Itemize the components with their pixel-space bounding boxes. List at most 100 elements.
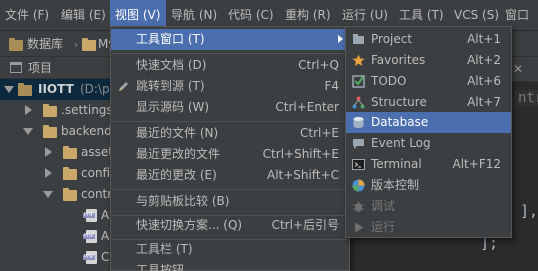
tree-row-backend[interactable]: backend [0, 121, 112, 142]
menu-item-todo[interactable]: TODO Alt+6 [346, 71, 511, 92]
tree-path: (D:\pl [80, 82, 113, 96]
menu-item-favorites[interactable]: Favorites Alt+2 [346, 50, 511, 71]
menu-item-version-control[interactable]: 版本控制 [346, 175, 511, 196]
menu-item-shortcut: Alt+Shift+C [266, 168, 339, 182]
tree-row-controllers[interactable]: contr [0, 184, 113, 205]
php-file-icon: PHP [83, 251, 97, 264]
menu-item-label: Favorites [371, 53, 426, 67]
menu-item-shortcut: Alt+7 [467, 95, 501, 109]
project-folder-icon [18, 83, 32, 96]
view-menu: 工具窗口 (T) 快速文档 (D) Ctrl+Q 跳转到源 (T) F4 显示源… [110, 26, 350, 271]
tree-label: IIOTT [38, 82, 74, 96]
menu-item-shortcut: Ctrl+Q [298, 58, 339, 72]
menu-item-shortcut: Ctrl+后引号 [271, 218, 339, 232]
menu-item-shortcut: Alt+F12 [452, 157, 501, 171]
expand-arrow-icon[interactable] [23, 128, 33, 135]
collapse-arrow-icon[interactable] [25, 105, 32, 115]
menu-item-tool-windows[interactable]: 工具窗口 (T) [111, 29, 349, 50]
menu-item-quick-switch-scheme[interactable]: 快速切换方案... (Q) Ctrl+后引号 [111, 215, 349, 236]
menu-item-label: 最近更改的文件 [136, 147, 221, 161]
menu-item-label: Terminal [371, 157, 422, 171]
menu-item-label: 最近的更改 (E) [136, 168, 217, 182]
menu-item-shortcut: Ctrl+Shift+E [262, 147, 339, 161]
menu-separator [112, 53, 348, 54]
menu-item-label: 快速文档 (D) [136, 58, 207, 72]
menu-item-label: 工具窗口 (T) [136, 32, 205, 46]
breadcrumb-database[interactable]: 数据库 [27, 31, 63, 57]
menu-item-recent-files[interactable]: 最近的文件 (N) Ctrl+E [111, 123, 349, 144]
menu-item-structure[interactable]: Structure Alt+7 [346, 92, 511, 113]
php-file-icon: PHP [83, 230, 97, 243]
tool-windows-submenu: Project Alt+1 Favorites Alt+2 TODO Alt+6… [345, 26, 512, 238]
menu-item-label: 工具栏 (T) [136, 242, 193, 256]
editor-tab-close-icon[interactable]: ✕ [513, 62, 523, 76]
menu-separator [112, 121, 348, 122]
menu-item-shortcut: Alt+6 [467, 74, 501, 88]
menu-item-label: Structure [371, 95, 427, 109]
menu-item-shortcut: F4 [324, 79, 339, 93]
menu-item-label: 版本控制 [371, 178, 420, 192]
menu-item-jump-to-source[interactable]: 跳转到源 (T) F4 [111, 76, 349, 97]
structure-icon [352, 96, 365, 109]
tree-label: contr [81, 187, 113, 201]
project-tree: IIOTT (D:\pl .settings backend asset con… [0, 79, 113, 271]
project-icon [353, 34, 364, 44]
menu-file[interactable]: 文件 (F) [0, 0, 56, 31]
project-panel-icon [10, 62, 22, 73]
menu-item-shortcut: Ctrl+E [300, 126, 339, 140]
version-control-icon [352, 179, 365, 192]
folder-icon [9, 38, 23, 51]
editor-tab-label[interactable]: ntr [515, 90, 538, 106]
menu-item-label: 显示源码 (W) [136, 100, 210, 114]
tree-row-file-a2[interactable]: PHP A [0, 226, 110, 247]
menu-item-event-log[interactable]: Event Log [346, 133, 511, 154]
menu-item-label: TODO [371, 74, 407, 88]
todo-icon [352, 75, 365, 88]
menu-item-show-source[interactable]: 显示源码 (W) Ctrl+Enter [111, 97, 349, 118]
menu-item-label: 快速切换方案... (Q) [136, 218, 243, 232]
folder-icon [82, 38, 96, 51]
expand-arrow-icon[interactable] [4, 86, 14, 93]
menu-item-run: 运行 [346, 217, 511, 238]
submenu-arrow-icon [338, 35, 343, 43]
folder-icon [63, 167, 77, 180]
menu-item-recent-changes[interactable]: 最近的更改 (E) Alt+Shift+C [111, 165, 349, 186]
menu-item-project[interactable]: Project Alt+1 [346, 29, 511, 50]
folder-icon [63, 146, 77, 159]
collapse-arrow-icon[interactable] [45, 168, 52, 178]
breadcrumb-separator-icon: › [74, 38, 79, 51]
tree-row-config[interactable]: confi [0, 163, 110, 184]
menu-item-recently-changed-files[interactable]: 最近更改的文件 Ctrl+Shift+E [111, 144, 349, 165]
menu-item-quick-doc[interactable]: 快速文档 (D) Ctrl+Q [111, 55, 349, 76]
menu-item-terminal[interactable]: Terminal Alt+F12 [346, 154, 511, 175]
pencil-icon [119, 82, 128, 91]
tree-row-assets[interactable]: asset [0, 142, 113, 163]
menu-item-shortcut: Alt+1 [467, 32, 501, 46]
menu-edit[interactable]: 编辑 (E) [56, 0, 110, 31]
menu-item-toolbar[interactable]: 工具栏 (T) [111, 239, 349, 260]
tree-label: confi [81, 166, 111, 180]
tree-row-iiott[interactable]: IIOTT (D:\pl [0, 79, 113, 100]
menu-item-database[interactable]: Database [346, 112, 511, 133]
folder-icon [43, 125, 57, 138]
folder-icon [43, 104, 57, 117]
collapse-arrow-icon[interactable] [45, 147, 52, 157]
debug-icon [353, 201, 364, 212]
terminal-icon [352, 159, 365, 170]
menu-item-label: Database [371, 115, 429, 129]
menu-item-shortcut: Alt+2 [467, 53, 501, 67]
menu-item-compare-clipboard[interactable]: 与剪贴板比较 (B) [111, 191, 349, 212]
tree-row-settings[interactable]: .settings [0, 100, 113, 121]
tree-row-file-a1[interactable]: PHP A [0, 205, 110, 226]
menu-item-tool-buttons[interactable]: 工具按钮 [111, 260, 349, 271]
menu-item-label: 与剪贴板比较 (B) [136, 194, 230, 208]
star-icon [352, 54, 365, 66]
tree-label: A [101, 208, 110, 222]
php-file-icon: PHP [83, 209, 97, 222]
menu-item-label: 调试 [371, 199, 396, 213]
menu-item-label: 工具按钮 [136, 263, 185, 271]
expand-arrow-icon[interactable] [43, 191, 53, 198]
code-text: ], [520, 202, 538, 220]
menu-separator [112, 189, 348, 190]
tree-row-file-c[interactable]: PHP C [0, 247, 110, 268]
